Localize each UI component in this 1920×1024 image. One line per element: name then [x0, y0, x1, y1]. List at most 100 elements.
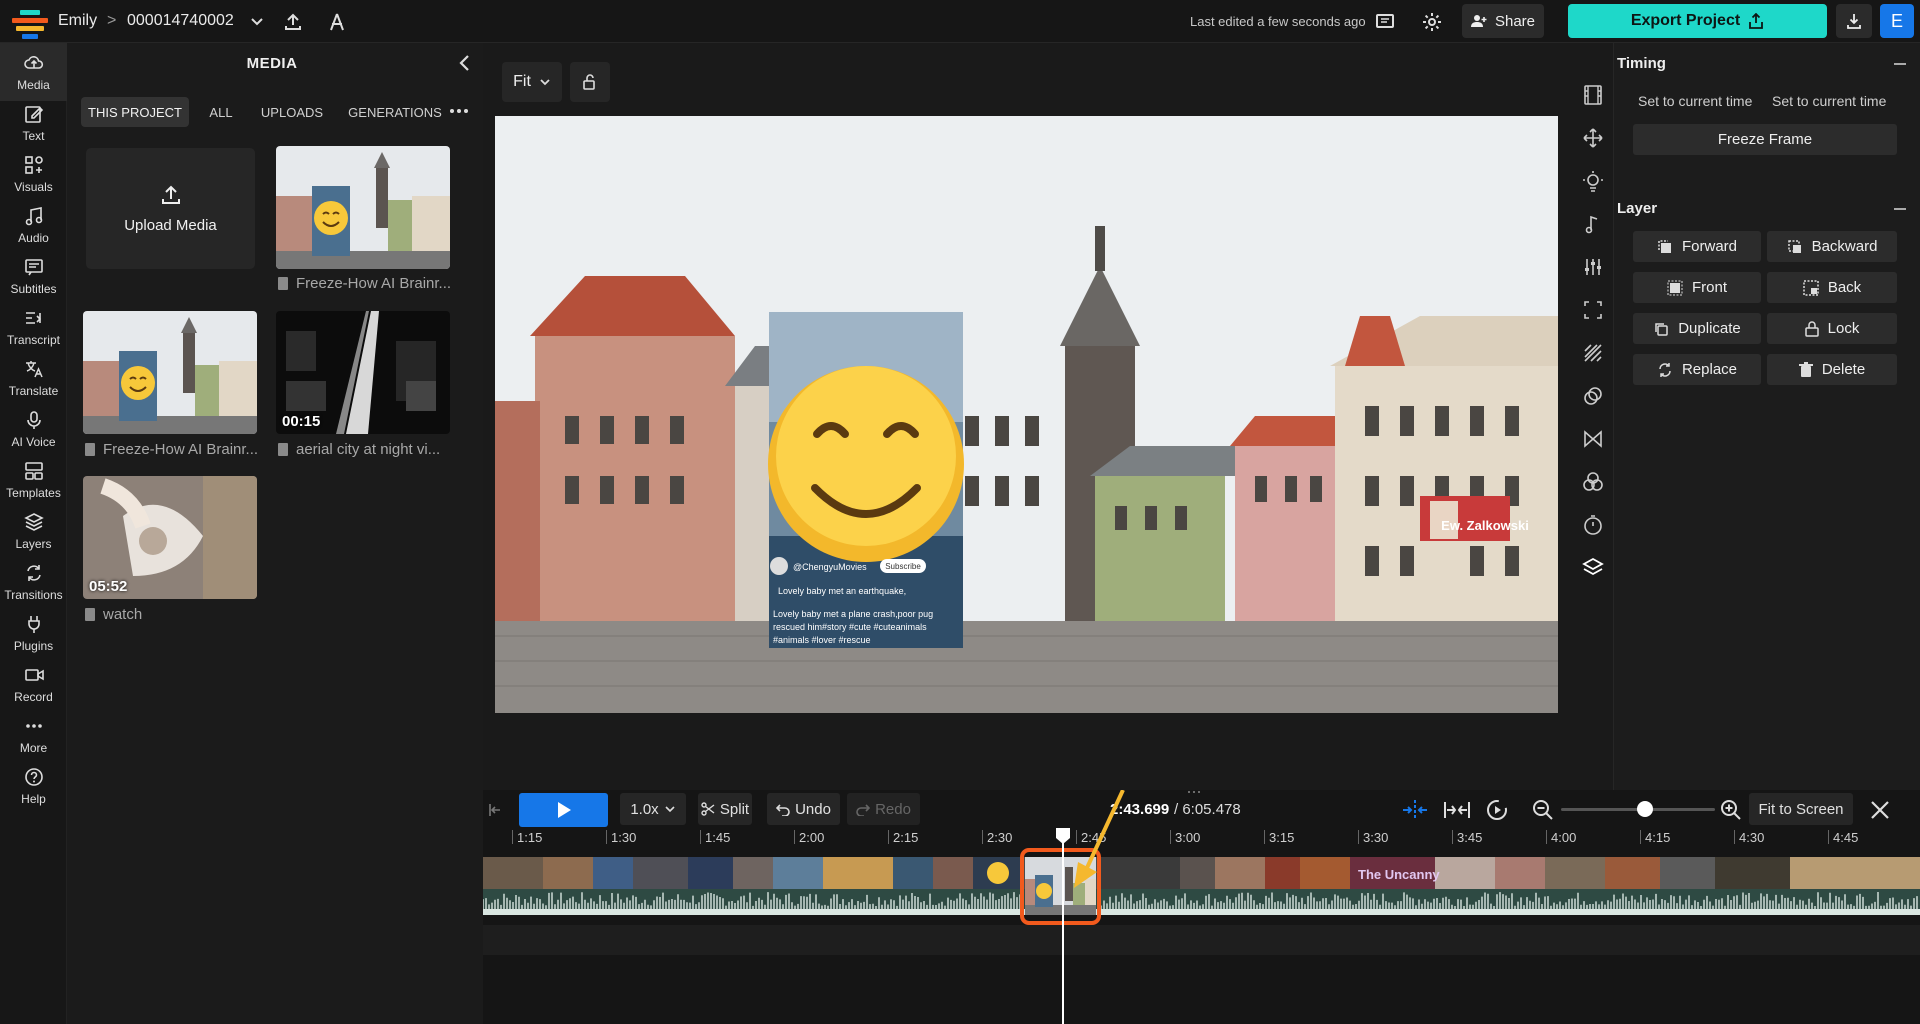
play-button[interactable] — [519, 793, 608, 827]
media-thumbnail[interactable] — [83, 311, 257, 434]
fit-label: Fit — [513, 73, 531, 90]
transition-icon[interactable] — [1581, 427, 1605, 451]
tab-uploads[interactable]: UPLOADS — [252, 97, 332, 127]
upload-icon[interactable] — [281, 10, 305, 34]
export-project-button[interactable]: Export Project — [1568, 4, 1827, 38]
delete-button[interactable]: Delete — [1767, 354, 1897, 385]
ruler-tick — [1546, 830, 1547, 844]
avatar[interactable]: E — [1880, 4, 1914, 38]
video-track[interactable]: The Uncanny — [483, 857, 1920, 915]
sliders-icon[interactable] — [1581, 255, 1605, 279]
nav-item-transitions[interactable]: Transitions — [0, 553, 67, 611]
tool-column — [1573, 43, 1613, 790]
video-preview[interactable]: Ew. Zalkowski @ChengyuMovies Subscribe L… — [495, 116, 1558, 713]
aspect-lock-button[interactable] — [570, 62, 610, 102]
set-start-time-link[interactable]: Set to current time — [1638, 93, 1752, 109]
layers-icon[interactable] — [1581, 556, 1605, 580]
breadcrumb-user[interactable]: Emily — [58, 12, 97, 30]
total-time: / 6:05.478 — [1174, 801, 1241, 818]
upload-media-button[interactable]: Upload Media — [86, 148, 255, 269]
share-button[interactable]: Share — [1462, 4, 1544, 38]
nav-item-text[interactable]: Text — [0, 94, 67, 152]
freeze-frame-button[interactable]: Freeze Frame — [1633, 124, 1897, 155]
front-button[interactable]: Front — [1633, 272, 1761, 303]
nav-item-plugins[interactable]: Plugins — [0, 604, 67, 662]
gear-icon[interactable] — [1420, 10, 1444, 34]
nav-item-templates[interactable]: Templates — [0, 451, 67, 509]
close-icon[interactable] — [1869, 799, 1891, 821]
back-button[interactable]: Back — [1767, 272, 1897, 303]
download-button[interactable] — [1836, 4, 1872, 38]
chevron-left-icon[interactable] — [455, 53, 475, 73]
backward-button[interactable]: Backward — [1767, 231, 1897, 262]
redo-button[interactable]: Redo — [847, 793, 920, 825]
nav-item-audio[interactable]: Audio — [0, 196, 67, 254]
speed-dropdown[interactable]: 1.0x — [620, 793, 686, 825]
nav-item-layers[interactable]: Layers — [0, 502, 67, 560]
redo-icon — [856, 804, 871, 816]
ruler-tick-label: 4:30 — [1739, 830, 1765, 845]
chevron-down-icon[interactable] — [245, 10, 269, 34]
zoom-slider[interactable] — [1561, 799, 1715, 819]
move-icon[interactable] — [1581, 126, 1605, 150]
playback-icon[interactable] — [1485, 798, 1509, 822]
media-thumbnail[interactable] — [276, 146, 450, 269]
comment-icon[interactable] — [1373, 10, 1397, 34]
nav-item-translate[interactable]: Translate — [0, 349, 67, 407]
duplicate-button[interactable]: Duplicate — [1633, 313, 1761, 344]
zoom-out-icon[interactable] — [1531, 798, 1555, 822]
split-button[interactable]: Split — [698, 793, 752, 825]
set-end-time-link[interactable]: Set to current time — [1772, 93, 1886, 109]
zoom-in-icon[interactable] — [1719, 798, 1743, 822]
replace-button[interactable]: Replace — [1633, 354, 1761, 385]
tab-generations[interactable]: GENERATIONS — [340, 97, 450, 127]
nav-item-help[interactable]: Help — [0, 757, 67, 815]
fit-to-screen-button[interactable]: Fit to Screen — [1749, 793, 1853, 825]
canvas-area: Fit Ew. Zalkowski @ChengyuMovies Subscri… — [483, 43, 1573, 790]
lock-icon — [1804, 320, 1819, 337]
collapse-timing-icon[interactable] — [1894, 63, 1906, 65]
color-icon[interactable] — [1581, 470, 1605, 494]
pattern-icon[interactable] — [1581, 341, 1605, 365]
time-ruler[interactable]: 1:15 1:30 1:45 2:00 2:15 2:30 2:45 3:00 3:15 3:30… — [483, 830, 1920, 856]
media-thumbnail[interactable]: 00:15 — [276, 311, 450, 434]
close-gaps-icon[interactable] — [1442, 798, 1472, 822]
timer-icon[interactable] — [1581, 513, 1605, 537]
music-note-icon[interactable] — [1581, 212, 1605, 236]
adjust-icon[interactable] — [1581, 169, 1605, 193]
undo-button[interactable]: Undo — [767, 793, 840, 825]
ruler-tick-label: 3:15 — [1269, 830, 1295, 845]
forward-button[interactable]: Forward — [1633, 231, 1761, 262]
fit-dropdown[interactable]: Fit — [502, 62, 562, 102]
zoom-slider-thumb[interactable] — [1637, 801, 1653, 817]
lock-button[interactable]: Lock — [1767, 313, 1897, 344]
playhead[interactable] — [1062, 830, 1064, 1024]
collapse-layer-icon[interactable] — [1894, 208, 1906, 210]
snap-icon[interactable] — [1400, 798, 1430, 822]
project-name[interactable]: 000014740002 — [127, 12, 234, 30]
nav-item-subtitles[interactable]: Subtitles — [0, 247, 67, 305]
cloud-upload-icon — [23, 56, 43, 69]
ruler-tick-label: 2:00 — [799, 830, 825, 845]
mask-icon[interactable] — [1581, 384, 1605, 408]
empty-track[interactable] — [483, 925, 1920, 955]
nav-item-visuals[interactable]: Visuals — [0, 145, 67, 203]
media-thumbnail[interactable]: 05:52 — [83, 476, 257, 599]
layers-icon — [23, 513, 44, 531]
nav-item-record[interactable]: Record — [0, 655, 67, 713]
skip-start-icon[interactable] — [487, 802, 503, 818]
app-logo[interactable] — [12, 8, 48, 39]
more-options-icon[interactable] — [447, 99, 471, 123]
tab-this-project[interactable]: THIS PROJECT — [81, 97, 189, 127]
nav-item-media[interactable]: Media — [0, 43, 67, 101]
playhead-handle-icon[interactable] — [1056, 828, 1070, 844]
nav-label: Subtitles — [10, 282, 57, 296]
audio-waveform — [483, 889, 1920, 915]
film-icon[interactable] — [1581, 83, 1605, 107]
crop-icon[interactable] — [1581, 298, 1605, 322]
tab-all[interactable]: ALL — [198, 97, 244, 127]
nav-item-more[interactable]: More — [0, 706, 67, 764]
magic-wand-icon[interactable] — [325, 10, 349, 34]
nav-item-ai-voice[interactable]: AI Voice — [0, 400, 67, 458]
nav-item-transcript[interactable]: Transcript — [0, 298, 67, 356]
